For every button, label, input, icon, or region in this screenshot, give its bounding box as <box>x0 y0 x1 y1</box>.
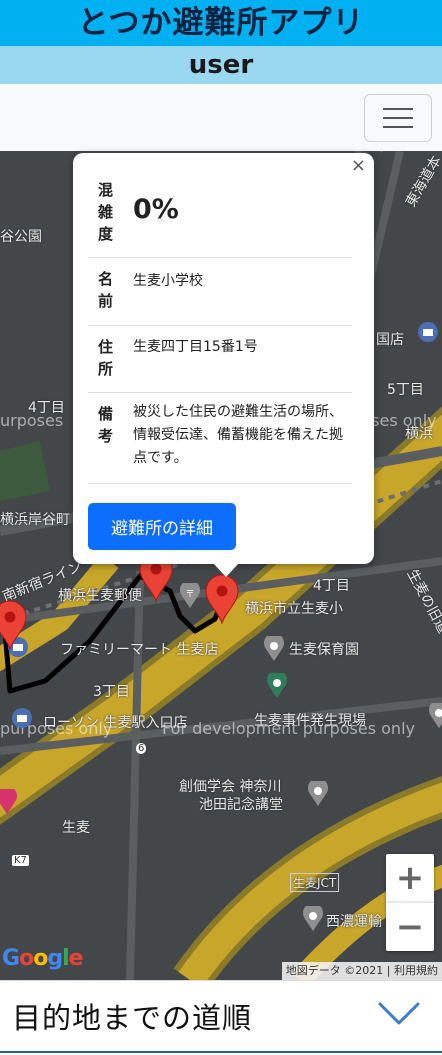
shelter-info-window: × 混雑度 0% 名前 生麦小学校 住所 生麦四丁目15番1号 備考 被災した住… <box>73 153 374 564</box>
hamburger-icon-line <box>383 117 413 119</box>
svg-text:〒: 〒 <box>185 590 194 600</box>
google-logo-letter: o <box>19 946 34 971</box>
map-label: 生麦 <box>62 820 90 836</box>
zoom-out-button[interactable]: − <box>386 902 434 951</box>
map-label: 谷公園 <box>0 229 42 245</box>
place-poi-icon <box>303 906 323 931</box>
map-label: ファミリーマート 生麦店 <box>60 642 219 658</box>
hamburger-icon-line <box>383 126 413 128</box>
shop-poi-icon <box>12 708 32 728</box>
google-logo-letter: o <box>33 946 48 971</box>
map-label: 池田記念講堂 <box>199 797 283 813</box>
map-label: 国店 <box>376 332 404 348</box>
map-label: 創価学会 神奈川 <box>179 779 282 795</box>
address-row: 住所 生麦四丁目15番1号 <box>88 326 352 393</box>
place-poi-icon <box>429 703 442 728</box>
shelter-detail-button[interactable]: 避難所の詳細 <box>88 503 236 550</box>
place-poi-icon <box>0 789 17 814</box>
hamburger-icon-line <box>383 108 413 110</box>
google-logo[interactable]: Google <box>2 946 84 971</box>
app-title: とつか避難所アプリ <box>0 0 442 46</box>
map-label: 生麦保育園 <box>289 642 359 658</box>
name-label: 名前 <box>98 270 114 310</box>
google-logo-letter: g <box>47 946 63 971</box>
notes-label: 備考 <box>98 405 114 445</box>
map-label: 3丁目 <box>93 684 130 700</box>
close-icon[interactable]: × <box>351 155 366 176</box>
map-attribution[interactable]: 地図データ ©2021 | 利用規約 <box>281 962 442 980</box>
post-office-poi-icon: 〒 <box>180 583 200 608</box>
address-label: 住所 <box>98 338 114 378</box>
navbar <box>0 84 442 151</box>
congestion-row: 混雑度 0% <box>88 167 352 258</box>
notes-row: 備考 被災した住民の避難生活の場所、情報受伝達、備蓄機能を備えた拠点です。 <box>88 393 352 484</box>
menu-toggle-button[interactable] <box>364 94 432 142</box>
map-label: K7 <box>12 855 29 866</box>
info-window-tail <box>213 563 239 577</box>
chevron-down-icon[interactable] <box>378 1001 420 1027</box>
map-label: 横浜岸谷町 <box>0 512 70 528</box>
map-label: 5丁目 <box>387 382 424 398</box>
shop-poi-icon <box>418 322 438 342</box>
map-label: 生麦JCT <box>290 873 340 892</box>
map-label: 4丁目 <box>313 578 350 594</box>
map-watermark: For development purposes only <box>162 719 415 738</box>
congestion-label: 混雑度 <box>98 181 114 243</box>
directions-bar[interactable]: 目的地までの道順 <box>0 980 442 1055</box>
park-poi-icon <box>267 673 287 698</box>
school-poi-icon <box>264 636 284 661</box>
zoom-in-button[interactable]: + <box>386 854 434 902</box>
place-poi-icon <box>308 781 328 806</box>
notes-value: 被災した住民の避難生活の場所、情報受伝達、備蓄機能を備えた拠点です。 <box>133 404 343 466</box>
name-value: 生麦小学校 <box>133 273 203 289</box>
user-name: user <box>0 46 442 84</box>
directions-label: 目的地までの道順 <box>12 1001 253 1035</box>
google-logo-letter: e <box>68 946 84 971</box>
address-value: 生麦四丁目15番1号 <box>133 339 258 355</box>
shelter-marker-icon[interactable] <box>204 573 240 625</box>
shelter-marker-icon[interactable] <box>0 599 28 651</box>
map-watermark: urposes <box>0 411 64 430</box>
map-label: 横浜市立生麦小 <box>245 601 343 617</box>
congestion-value: 0% <box>133 194 179 225</box>
directions-divider <box>0 1051 442 1053</box>
map-label: 西濃運輸 <box>326 914 382 930</box>
google-logo-letter: G <box>2 946 20 971</box>
name-row: 名前 生麦小学校 <box>88 258 352 326</box>
map-label: 横浜生麦郵便 <box>58 588 142 604</box>
